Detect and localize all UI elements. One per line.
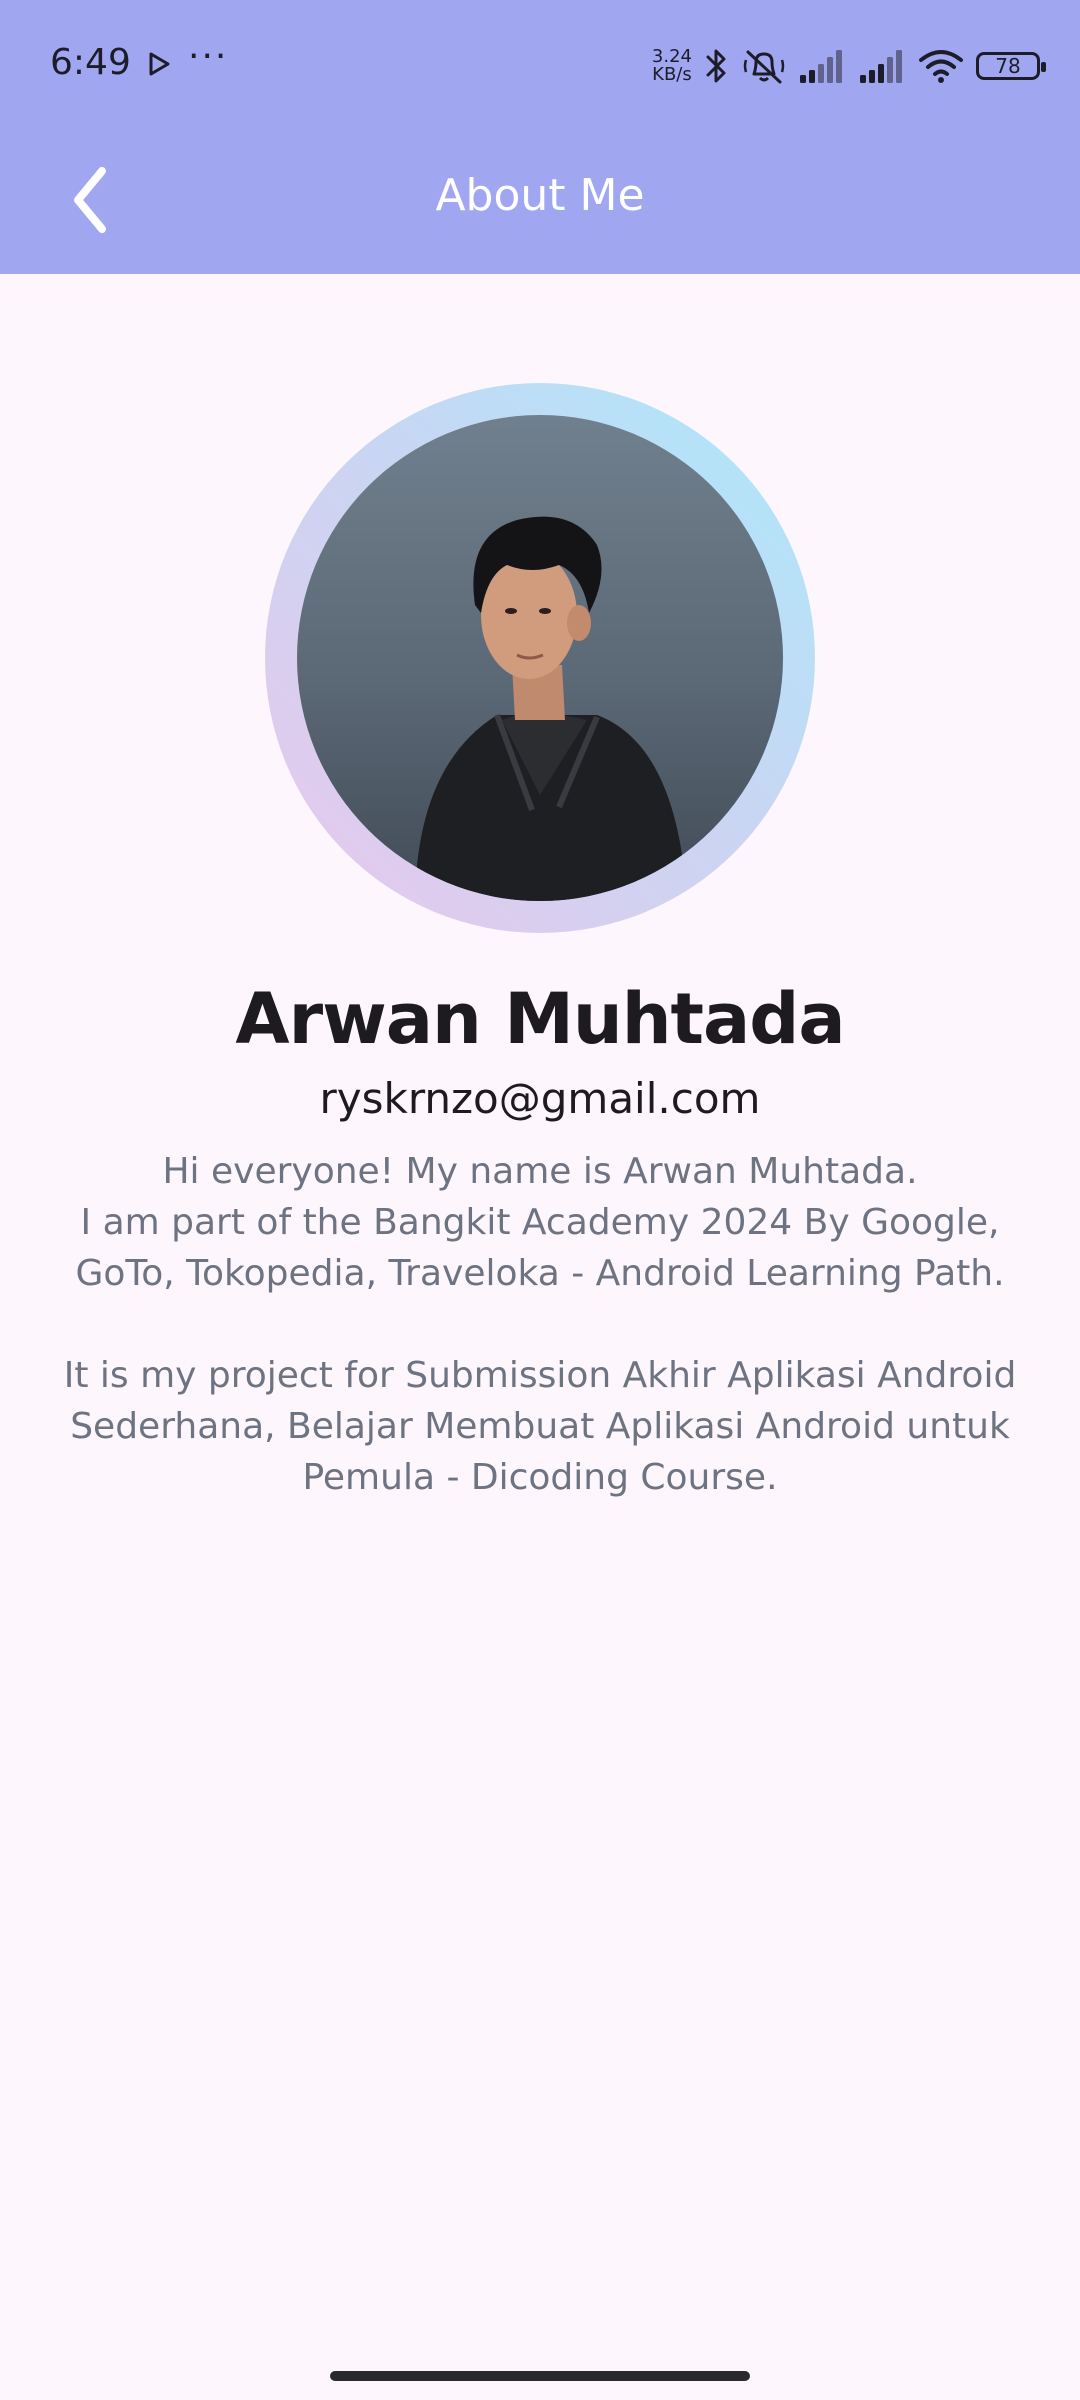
profile-description: Hi everyone! My name is Arwan Muhtada. I… [40, 1146, 1040, 1503]
bio-line: It is my project for Submission Akhir Ap… [63, 1355, 1017, 1396]
status-bar: 6:49 ··· 3.24 KB/s 78 [0, 0, 1080, 130]
avatar-ring [265, 383, 815, 933]
vibrate-off-icon [742, 46, 786, 86]
avatar [297, 415, 783, 901]
gesture-navigation-handle[interactable] [330, 2371, 750, 2381]
cell-signal-icon [858, 49, 906, 83]
page-title: About Me [435, 170, 645, 221]
bio-line: Hi everyone! My name is Arwan Muhtada. [162, 1151, 918, 1192]
network-speed: 3.24 KB/s [652, 48, 692, 84]
wifi-icon [918, 48, 964, 84]
app-bar: 6:49 ··· 3.24 KB/s 78 About Me [0, 0, 1080, 274]
profile-photo [415, 516, 687, 901]
status-time: 6:49 [50, 42, 131, 83]
profile-email: ryskrnzo@gmail.com [319, 1074, 761, 1123]
profile-name: Arwan Muhtada [235, 978, 845, 1060]
toolbar: About Me [0, 130, 1080, 274]
bio-line: I am part of the Bangkit Academy 2024 By… [80, 1202, 1000, 1243]
bio-line: Sederhana, Belajar Membuat Aplikasi Andr… [70, 1406, 1010, 1447]
play-store-icon [149, 52, 170, 76]
network-speed-unit: KB/s [652, 64, 692, 85]
bio-line: GoTo, Tokopedia, Traveloka - Android Lea… [75, 1253, 1005, 1294]
battery-level: 78 [995, 54, 1021, 78]
status-icons: 3.24 KB/s 78 [652, 40, 1046, 92]
bluetooth-icon [704, 47, 730, 85]
more-notifications-icon: ··· [188, 36, 229, 77]
bio-line: Pemula - Dicoding Course. [302, 1457, 778, 1498]
cell-signal-icon [798, 49, 846, 83]
battery-icon: 78 [976, 52, 1046, 80]
